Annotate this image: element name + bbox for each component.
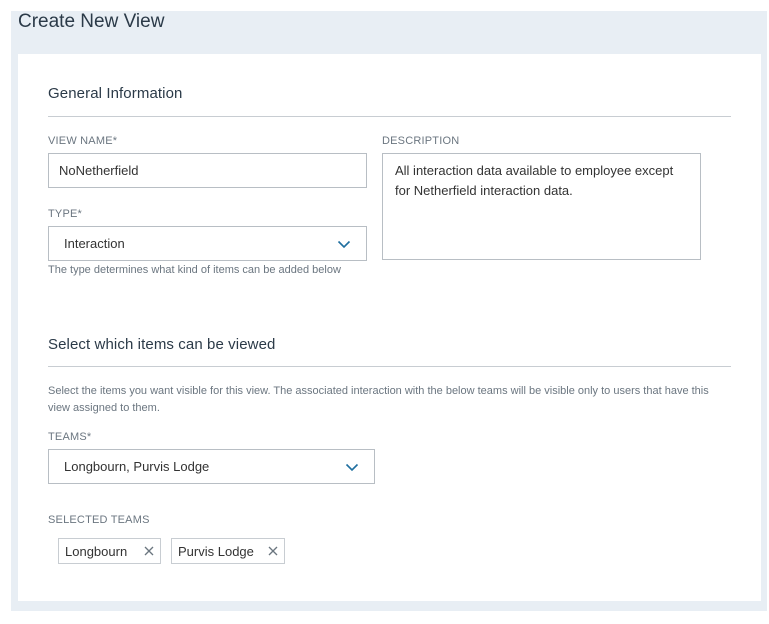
description-textarea[interactable]: All interaction data available to employ… xyxy=(382,153,701,260)
chip-label: Longbourn xyxy=(65,543,128,559)
form-card: General Information VIEW NAME* NoNetherf… xyxy=(18,54,761,601)
type-select[interactable]: Interaction xyxy=(48,226,367,261)
teams-value: Longbourn, Purvis Lodge xyxy=(64,459,210,474)
select-items-heading: Select which items can be viewed xyxy=(48,336,276,353)
view-name-label: VIEW NAME* xyxy=(48,135,118,147)
type-label: TYPE* xyxy=(48,208,83,220)
description-value: All interaction data available to employ… xyxy=(395,163,674,198)
chevron-down-icon xyxy=(337,240,351,248)
team-chip-purvis-lodge: Purvis Lodge xyxy=(171,538,285,564)
page-title: Create New View xyxy=(18,11,165,32)
general-information-heading: General Information xyxy=(48,85,183,102)
chip-label: Purvis Lodge xyxy=(178,543,254,559)
close-icon[interactable] xyxy=(144,546,154,556)
section-divider xyxy=(48,366,731,367)
type-value: Interaction xyxy=(64,236,125,251)
view-name-value: NoNetherfield xyxy=(59,163,139,178)
chevron-down-icon xyxy=(345,463,359,471)
page-container: Create New View General Information VIEW… xyxy=(11,11,767,611)
teams-label: TEAMS* xyxy=(48,431,92,443)
team-chip-longbourn: Longbourn xyxy=(58,538,161,564)
description-label: DESCRIPTION xyxy=(382,135,460,147)
type-help-text: The type determines what kind of items c… xyxy=(48,264,341,276)
view-name-input[interactable]: NoNetherfield xyxy=(48,153,367,188)
close-icon[interactable] xyxy=(268,546,278,556)
items-help-text: Select the items you want visible for th… xyxy=(48,385,709,414)
section-divider xyxy=(48,116,731,117)
selected-teams-label: SELECTED TEAMS xyxy=(48,514,150,526)
teams-select[interactable]: Longbourn, Purvis Lodge xyxy=(48,449,375,484)
